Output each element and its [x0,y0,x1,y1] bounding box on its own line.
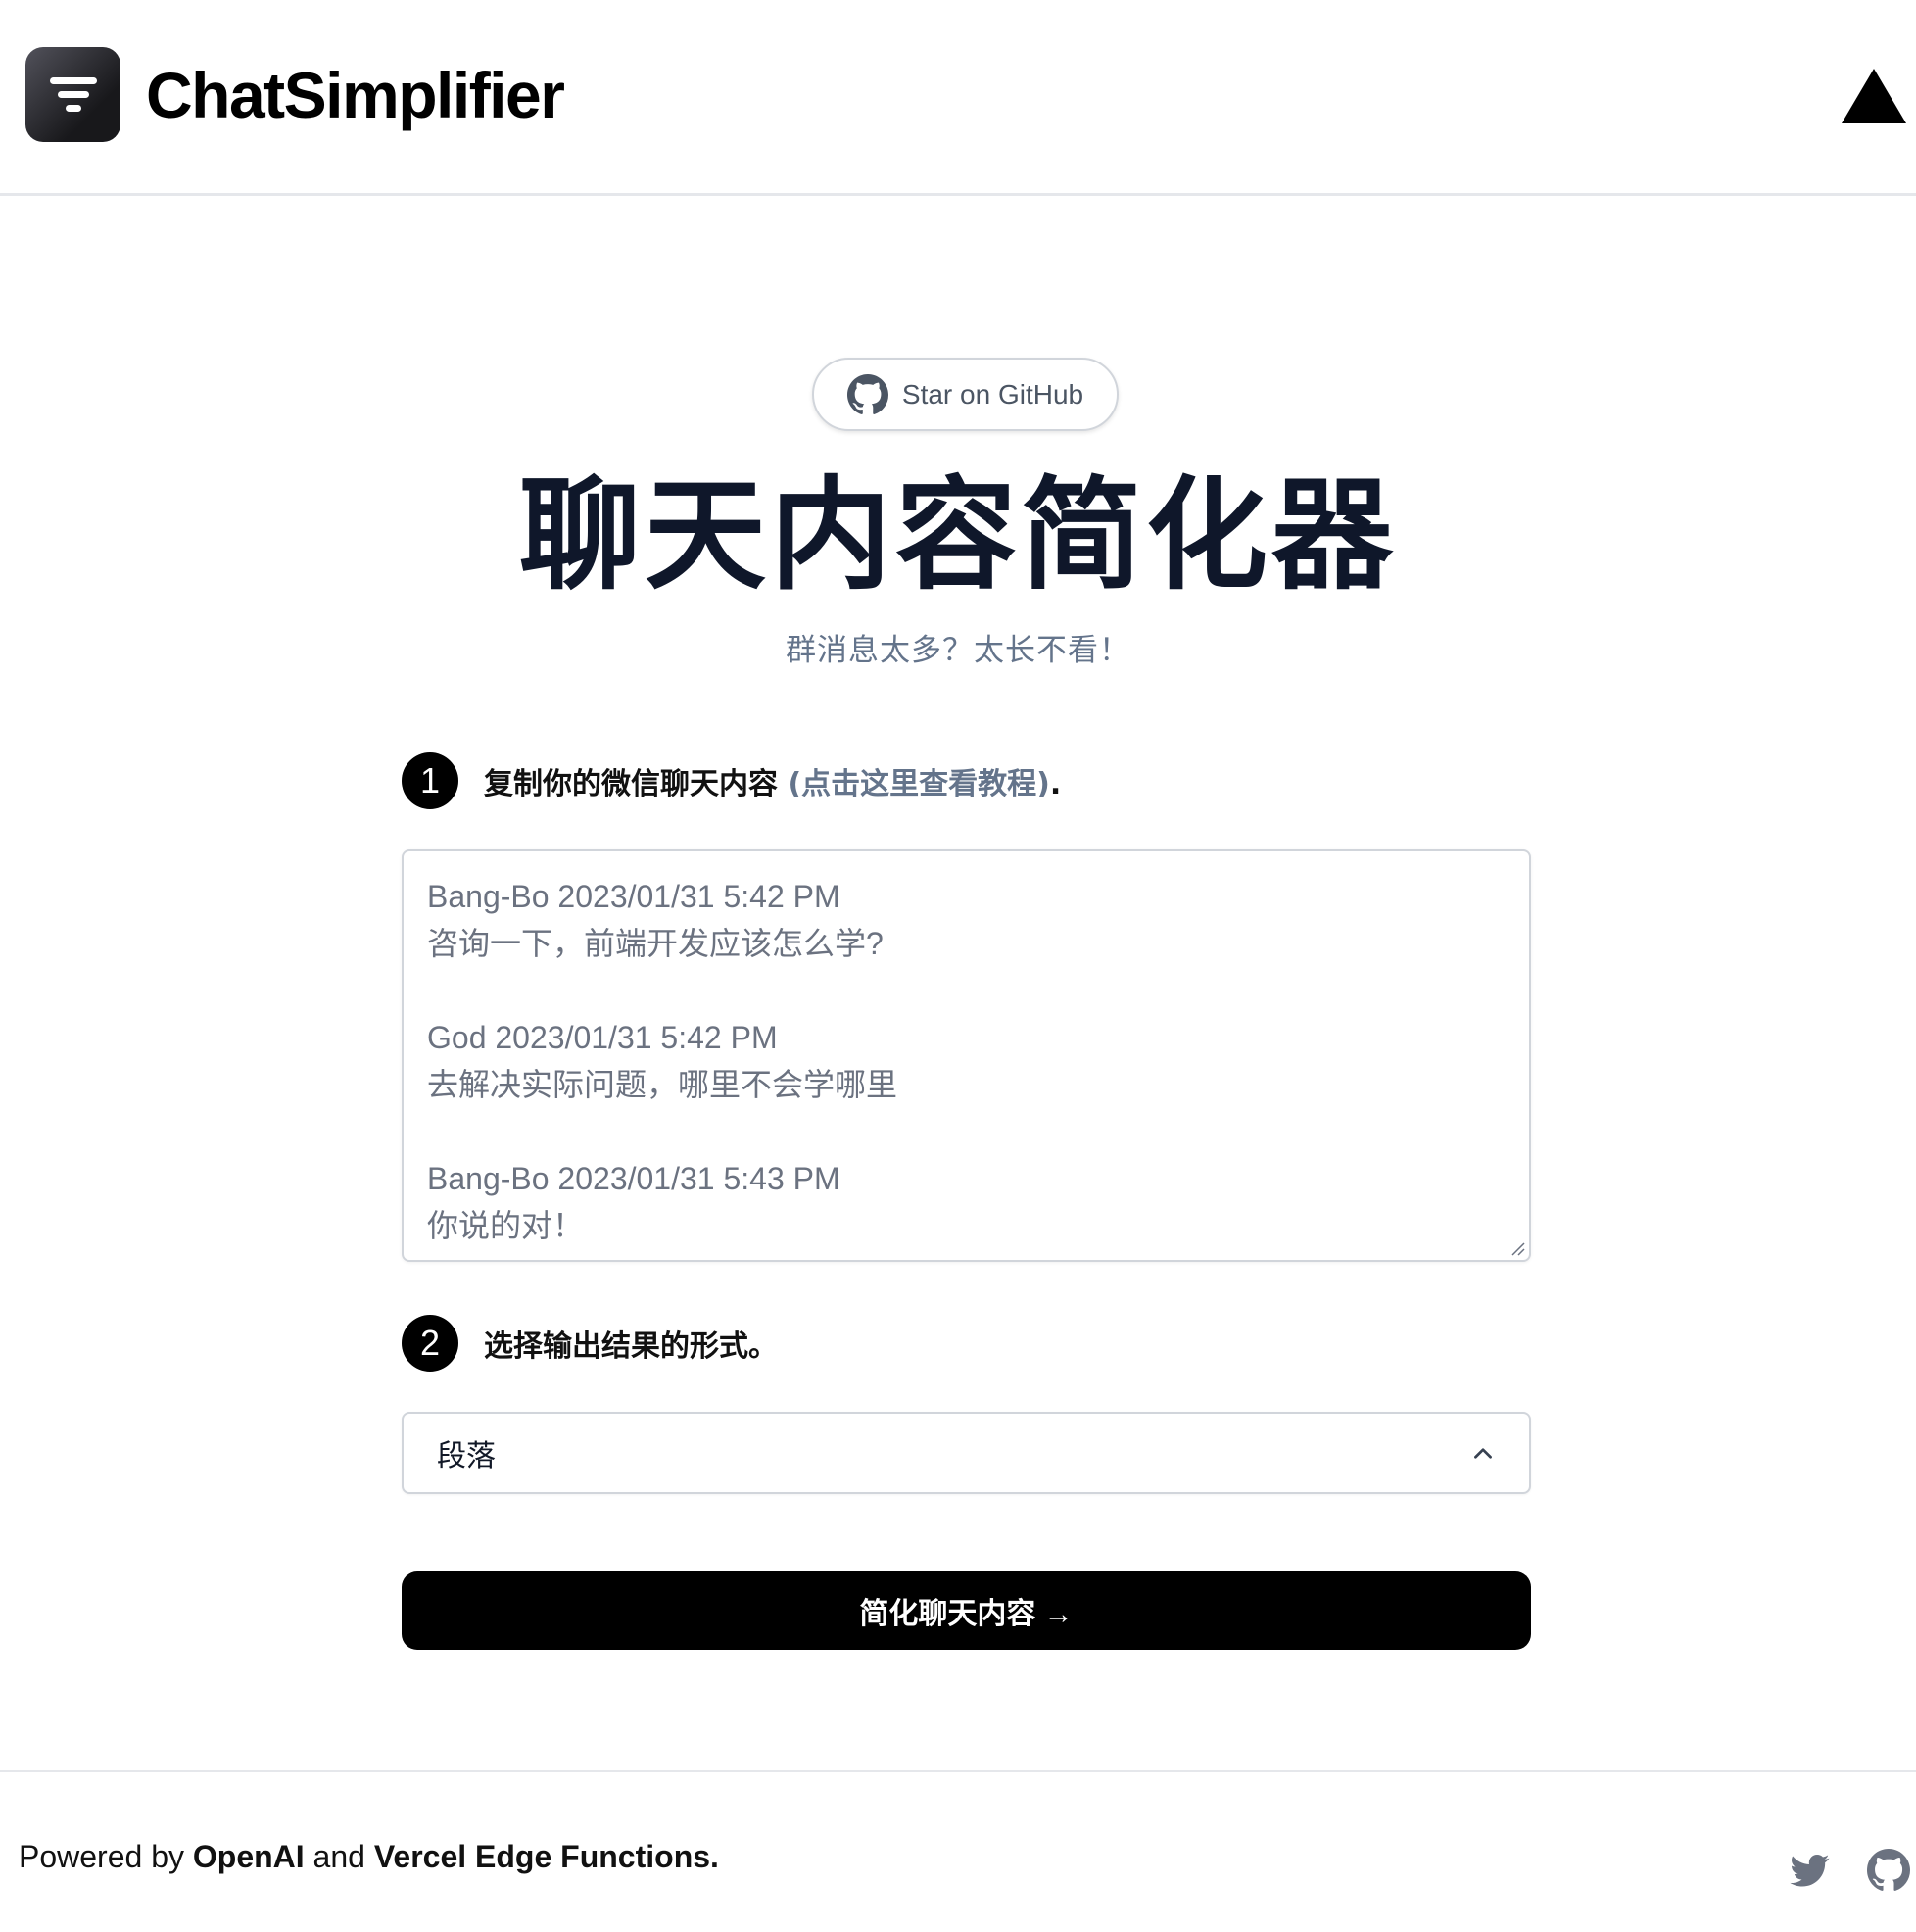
github-icon[interactable] [1867,1849,1910,1892]
page-subtitle: 群消息太多？太长不看！ [786,633,1130,668]
powered-by-text: Powered by OpenAI and Vercel Edge Functi… [19,1839,719,1875]
step-2-number: 2 [402,1315,458,1372]
chat-message-header: Bang-Bo 2023/01/31 5:43 PM [427,1161,840,1196]
site-header: ChatSimplifier [0,0,1916,196]
chat-message-body: 去解决实际问题，哪里不会学哪里 [427,1067,898,1102]
step-1: 1 复制你的微信聊天内容 (点击这里查看教程). [402,752,1061,809]
page: ChatSimplifier Star on GitHub 聊天内容简化器 群消… [0,0,1916,1932]
star-on-github-label: Star on GitHub [901,378,1084,410]
chat-message: Bang-Bo 2023/01/31 5:42 PM 咨询一下，前端开发应该怎么… [427,873,1506,967]
powered-prefix: Powered by [19,1839,193,1874]
page-title: 聊天内容简化器 [518,465,1397,606]
step-2: 2 选择输出结果的形式。 [402,1315,778,1372]
star-on-github-button[interactable]: Star on GitHub [812,358,1119,431]
simplify-chat-button[interactable]: 简化聊天内容 → [402,1571,1531,1650]
chat-message: God 2023/01/31 5:42 PM 去解决实际问题，哪里不会学哪里 [427,1014,1506,1108]
main-content: Star on GitHub 聊天内容简化器 群消息太多？太长不看！ 1 复制你… [0,196,1916,1771]
step-1-number: 1 [402,752,458,809]
step-1-text: 复制你的微信聊天内容 (点击这里查看教程). [484,759,1061,802]
twitter-icon[interactable] [1789,1851,1832,1890]
tutorial-link[interactable]: (点击这里查看教程) [788,767,1049,801]
resize-handle-icon[interactable] [1509,1240,1525,1256]
github-icon [846,373,888,414]
vercel-link[interactable]: Vercel Edge Functions. [374,1839,719,1874]
powered-and: and [304,1839,374,1874]
step-1-suffix: . [1049,767,1062,801]
site-footer: Powered by OpenAI and Vercel Edge Functi… [0,1770,1916,1932]
step-2-label: 选择输出结果的形式。 [484,1329,778,1364]
chevron-up-icon [1474,1448,1492,1459]
step-1-label: 复制你的微信聊天内容 [484,767,789,801]
output-format-select[interactable]: 段落 [402,1412,1531,1494]
chat-message: Bang-Bo 2023/01/31 5:43 PM 你说的对！ [427,1155,1506,1249]
app-name: ChatSimplifier [146,58,565,131]
output-format-value: 段落 [437,1439,496,1473]
logo [25,47,120,142]
chat-message-header: Bang-Bo 2023/01/31 5:42 PM [427,879,840,914]
openai-link[interactable]: OpenAI [193,1839,305,1874]
vercel-triangle-icon[interactable] [1842,69,1906,123]
filter-lines-icon [49,76,97,112]
brand[interactable]: ChatSimplifier [25,47,565,142]
chat-message-body: 你说的对！ [427,1208,585,1243]
chat-content-textarea[interactable]: Bang-Bo 2023/01/31 5:42 PM 咨询一下，前端开发应该怎么… [402,849,1531,1262]
chat-message-body: 咨询一下，前端开发应该怎么学? [427,926,884,961]
chat-message-header: God 2023/01/31 5:42 PM [427,1020,778,1055]
